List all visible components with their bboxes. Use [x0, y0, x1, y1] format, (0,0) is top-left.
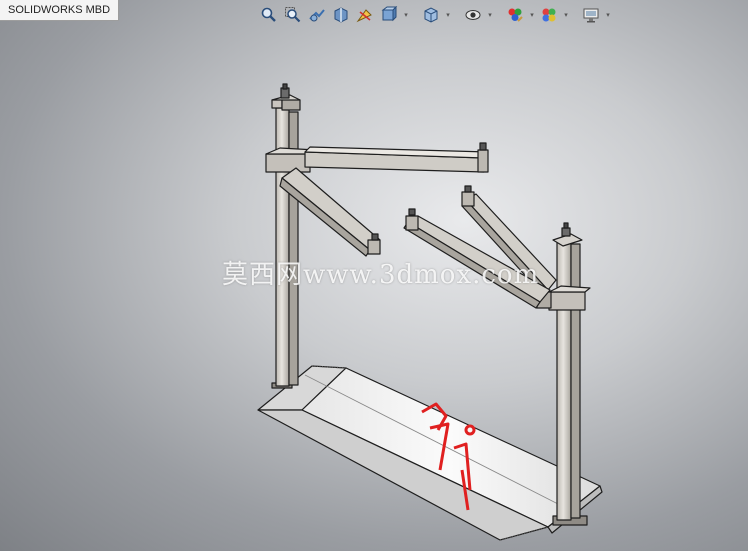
- assembly-model[interactable]: [257, 83, 603, 541]
- left-upper-arm: [304, 142, 489, 173]
- ramp-base: [257, 365, 603, 541]
- left-post: [265, 83, 317, 389]
- watermark-text: 莫西网www.3dmox.com: [222, 260, 540, 290]
